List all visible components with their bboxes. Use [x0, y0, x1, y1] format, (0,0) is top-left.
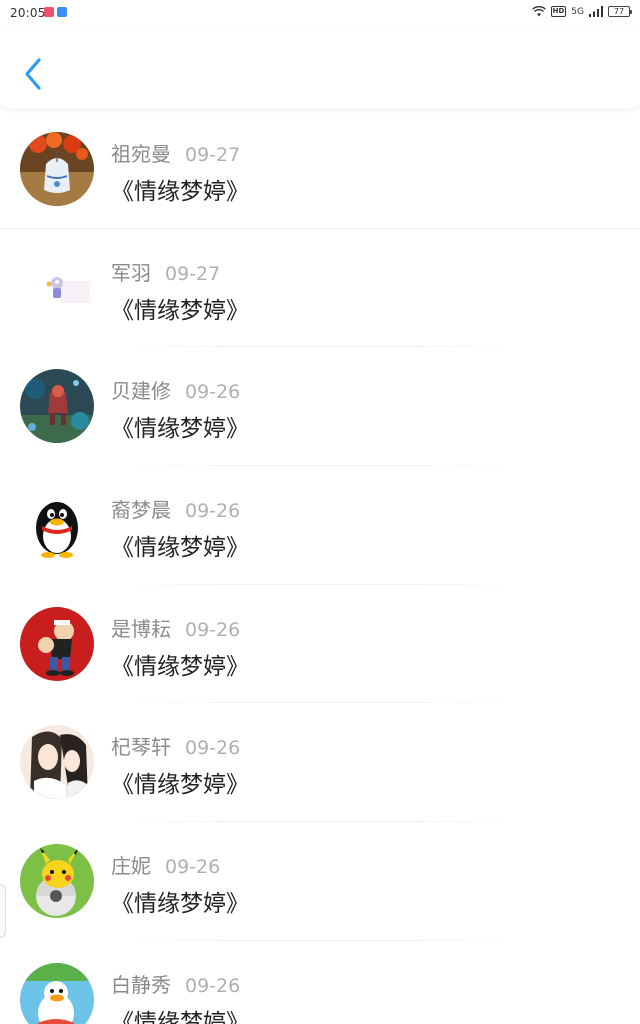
back-button[interactable]: [18, 54, 52, 94]
item-meta: 军羽 09-27: [111, 257, 220, 286]
avatar[interactable]: [20, 844, 94, 919]
item-date: 09-27: [185, 144, 241, 166]
status-notification-icons: [44, 7, 67, 17]
user-name: 庄妮: [111, 854, 151, 879]
game-scene-avatar-icon: [20, 369, 94, 444]
top-app-bar: [0, 28, 640, 108]
list-item[interactable]: 庄妮 09-26 《情缘梦婷》: [0, 822, 640, 941]
item-date: 09-26: [185, 737, 241, 760]
item-date: 09-26: [185, 618, 241, 641]
comment-list: 祖宛曼 09-27 《情缘梦婷》 军羽 09-27 《情缘梦婷》 贝建修 09-…: [0, 110, 640, 1024]
list-item[interactable]: 军羽 09-27 《情缘梦婷》: [0, 229, 640, 348]
avatar[interactable]: [20, 962, 94, 1024]
penguin-avatar-icon: [20, 488, 94, 563]
user-name: 杞琴轩: [111, 735, 171, 760]
user-name: 是博耘: [111, 616, 171, 641]
list-item[interactable]: 贝建修 09-26 《情缘梦婷》: [0, 347, 640, 467]
avatar[interactable]: [20, 725, 94, 800]
list-item[interactable]: 裔梦晨 09-26 《情缘梦婷》: [0, 466, 640, 585]
item-date: 09-26: [185, 381, 241, 404]
hd-badge: HD: [550, 6, 567, 17]
status-bar: 20:05 HD 5G 77: [0, 0, 640, 28]
notification-app-icon: [57, 7, 67, 17]
avatar[interactable]: [20, 606, 94, 681]
cartoon-avatar-icon: [20, 250, 94, 325]
list-item[interactable]: 祖宛曼 09-27 《情缘梦婷》: [0, 110, 640, 229]
duck-avatar-icon: [20, 962, 94, 1024]
avatar[interactable]: [20, 369, 94, 444]
avatar[interactable]: [20, 250, 94, 325]
item-meta: 庄妮 09-26: [111, 850, 220, 879]
user-name: 白静秀: [111, 972, 171, 997]
wind-chime-avatar-icon: [20, 132, 94, 206]
battery-icon: 77: [608, 6, 632, 17]
item-date: 09-26: [185, 974, 241, 997]
list-item[interactable]: 是博耘 09-26 《情缘梦婷》: [0, 585, 640, 704]
item-date: 09-26: [165, 856, 221, 879]
anime-girl-avatar-icon: [20, 725, 94, 800]
user-name: 裔梦晨: [111, 498, 171, 523]
notification-app-icon: [44, 7, 54, 17]
item-meta: 杞琴轩 09-26: [111, 731, 240, 760]
item-title: 《情缘梦婷》: [111, 653, 249, 680]
list-item[interactable]: 杞琴轩 09-26 《情缘梦婷》: [0, 703, 640, 823]
item-title: 《情缘梦婷》: [111, 416, 249, 443]
signal-icon: [589, 6, 603, 17]
list-item[interactable]: 白静秀 09-26 《情缘梦婷》: [0, 941, 640, 1024]
avatar[interactable]: [20, 488, 94, 563]
status-time: 20:05: [10, 6, 46, 20]
item-title: 《情缘梦婷》: [111, 1009, 249, 1024]
item-title: 《情缘梦婷》: [111, 179, 249, 205]
item-date: 09-27: [165, 262, 221, 285]
network-type: 5G: [571, 6, 584, 17]
side-drawer-handle[interactable]: [0, 884, 6, 938]
item-title: 《情缘梦婷》: [111, 535, 249, 562]
item-date: 09-26: [185, 500, 241, 523]
item-meta: 裔梦晨 09-26: [111, 494, 240, 523]
avatar[interactable]: [20, 132, 94, 206]
item-meta: 是博耘 09-26: [111, 613, 240, 642]
item-title: 《情缘梦婷》: [111, 772, 249, 799]
user-name: 军羽: [111, 260, 151, 285]
item-meta: 祖宛曼 09-27: [111, 138, 240, 167]
user-name: 祖宛曼: [111, 142, 171, 166]
item-meta: 白静秀 09-26: [111, 969, 240, 998]
wifi-icon: [531, 6, 546, 17]
chevron-left-icon: [25, 58, 41, 90]
pikachu-avatar-icon: [20, 844, 94, 919]
item-meta: 贝建修 09-26: [111, 375, 240, 404]
user-name: 贝建修: [111, 379, 171, 404]
status-indicators: HD 5G 77: [531, 6, 632, 17]
item-title: 《情缘梦婷》: [111, 891, 249, 918]
popeye-avatar-icon: [20, 606, 94, 681]
item-title: 《情缘梦婷》: [111, 297, 249, 324]
